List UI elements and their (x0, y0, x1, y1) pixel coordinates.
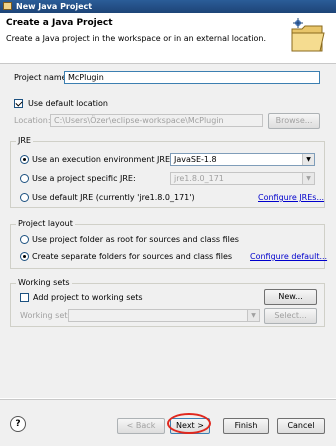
execution-env-combo[interactable]: JavaSE-1.8 ▼ (170, 153, 315, 166)
new-working-set-button[interactable]: New... (264, 289, 317, 305)
project-name-label: Project name: (14, 73, 70, 82)
back-button[interactable]: < Back (117, 418, 165, 434)
title-bar: New Java Project (0, 0, 336, 13)
working-sets-label: Working sets: (20, 311, 75, 320)
location-input[interactable]: C:\Users\Özer\eclipse-workspace\McPlugin (50, 114, 263, 127)
layout-root-radio[interactable] (20, 235, 29, 244)
wizard-footer: ? < Back Next > Finish Cancel (0, 399, 336, 446)
page-title: Create a Java Project (6, 18, 113, 28)
layout-separate-radio[interactable] (20, 252, 29, 261)
jre-option-default-label: Use default JRE (currently 'jre1.8.0_171… (32, 193, 195, 202)
project-name-input[interactable]: McPlugin (64, 71, 320, 84)
jre-option-execution-env-radio[interactable] (20, 155, 29, 164)
chevron-down-icon: ▼ (302, 154, 314, 165)
page-description: Create a Java project in the workspace o… (6, 34, 267, 43)
jre-option-default-radio[interactable] (20, 193, 29, 202)
project-layout-group (10, 224, 325, 269)
use-default-location-label: Use default location (28, 99, 108, 108)
project-layout-group-label: Project layout (16, 219, 75, 228)
use-default-location-checkbox[interactable] (14, 99, 23, 108)
working-sets-combo[interactable]: ▼ (68, 309, 260, 322)
layout-root-label: Use project folder as root for sources a… (32, 235, 239, 244)
wizard-body: Project name: McPlugin Use default locat… (0, 64, 336, 398)
location-label: Location: (14, 116, 51, 125)
jre-option-project-specific-radio[interactable] (20, 174, 29, 183)
help-icon[interactable]: ? (10, 416, 26, 432)
cancel-button[interactable]: Cancel (277, 418, 325, 434)
wizard-header: Create a Java Project Create a Java proj… (0, 13, 336, 64)
execution-env-value: JavaSE-1.8 (174, 155, 217, 164)
jre-option-execution-env-label: Use an execution environment JRE: (32, 155, 173, 164)
chevron-down-icon: ▼ (302, 173, 314, 184)
finish-button[interactable]: Finish (223, 418, 269, 434)
jre-option-project-specific-label: Use a project specific JRE: (32, 174, 136, 183)
window-title: New Java Project (16, 2, 93, 11)
layout-separate-label: Create separate folders for sources and … (32, 252, 233, 261)
new-project-folder-icon (291, 18, 325, 52)
project-specific-jre-combo[interactable]: jre1.8.0_171 ▼ (170, 172, 315, 185)
configure-default-link[interactable]: Configure default... (250, 252, 327, 261)
add-to-working-sets-label: Add project to working sets (33, 293, 143, 302)
app-icon (3, 2, 12, 10)
project-specific-jre-value: jre1.8.0_171 (174, 174, 224, 183)
browse-button[interactable]: Browse... (268, 113, 320, 129)
chevron-down-icon: ▼ (247, 310, 259, 321)
jre-group-label: JRE (16, 136, 33, 145)
configure-jres-link[interactable]: Configure JREs... (258, 193, 324, 202)
working-sets-group-label: Working sets (16, 278, 72, 287)
red-highlight-circle (167, 413, 211, 434)
add-to-working-sets-checkbox[interactable] (20, 293, 29, 302)
select-working-set-button[interactable]: Select... (264, 308, 317, 324)
